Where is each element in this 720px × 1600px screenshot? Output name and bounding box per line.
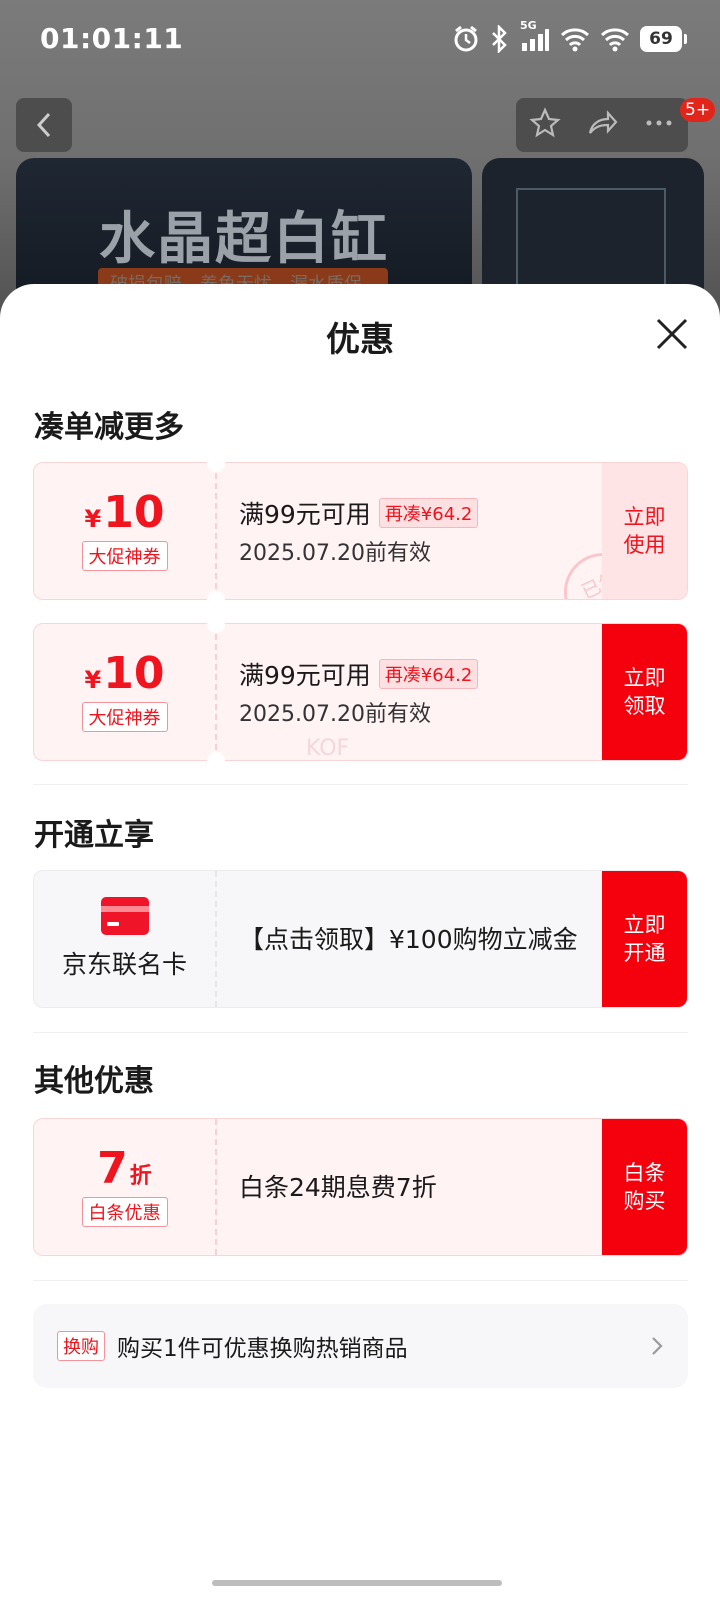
coupon-tag: 大促神券 xyxy=(81,541,168,571)
share-icon[interactable] xyxy=(586,107,618,143)
status-icons: 5G 69 xyxy=(452,19,687,56)
close-icon xyxy=(656,318,688,350)
baitiao-buy-button[interactable]: 白条购买 xyxy=(602,1119,687,1255)
divider xyxy=(33,1032,688,1033)
coupon-condition: 满99元可用 xyxy=(239,500,371,529)
use-coupon-button[interactable]: 立即使用 xyxy=(602,463,687,599)
network-type: 5G xyxy=(520,19,537,32)
wifi-icon xyxy=(560,26,590,52)
coupon-details: 满99元可用 再凑¥64.2 2025.07.20前有效 xyxy=(239,624,597,760)
promotion-sheet: 优惠 凑单减更多 ¥ 10 大促神券 满99元可用 再凑¥64.2 2025.0… xyxy=(0,284,720,1600)
trade-in-text: 购买1件可优惠换购热销商品 xyxy=(117,1336,408,1362)
baitiao-desc: 白条24期息费7折 xyxy=(239,1172,437,1202)
favorite-star-icon[interactable] xyxy=(529,107,561,143)
chevron-right-icon xyxy=(652,1337,663,1355)
section-title-more: 凑单减更多 xyxy=(34,410,184,445)
ticket-notch xyxy=(207,591,225,609)
watermark: KOF xyxy=(306,736,350,761)
coupon-card: ¥ 10 大促神券 满99元可用 再凑¥64.2 2025.07.20前有效 已… xyxy=(33,462,688,600)
coupon-card: ¥ 10 大促神券 满99元可用 再凑¥64.2 2025.07.20前有效 立… xyxy=(33,623,688,761)
open-card-button[interactable]: 立即开通 xyxy=(602,871,687,1007)
sheet-title: 优惠 xyxy=(326,320,394,360)
coupon-tag: 大促神券 xyxy=(81,702,168,732)
message-badge: 5+ xyxy=(680,98,716,122)
back-button[interactable] xyxy=(16,98,72,152)
cellular-signal-icon: 5G xyxy=(520,19,550,53)
baitiao-offer-card: 7 折 白条优惠 白条24期息费7折 白条购买 xyxy=(33,1118,688,1256)
alarm-icon xyxy=(452,25,480,53)
trade-in-row[interactable]: 换购 购买1件可优惠换购热销商品 xyxy=(33,1304,688,1388)
home-indicator[interactable] xyxy=(212,1580,502,1586)
credit-card-icon xyxy=(100,897,149,935)
coupon-amount: 10 xyxy=(103,648,165,699)
coupon-value: ¥ 10 大促神券 xyxy=(34,463,217,599)
wifi-icon-secondary xyxy=(600,26,630,52)
cobrand-card-offer: 京东联名卡 【点击领取】¥100购物立减金 立即开通 xyxy=(33,870,688,1008)
coupon-currency: ¥ xyxy=(84,666,102,694)
coupon-details: 满99元可用 再凑¥64.2 2025.07.20前有效 xyxy=(239,463,597,599)
cobrand-card-desc: 【点击领取】¥100购物立减金 xyxy=(239,924,578,954)
coupon-expiry: 2025.07.20前有效 xyxy=(239,702,431,727)
close-button[interactable] xyxy=(652,314,692,354)
divider xyxy=(33,1280,688,1281)
cobrand-card-left: 京东联名卡 xyxy=(34,871,217,1007)
divider xyxy=(33,784,688,785)
ticket-notch xyxy=(207,454,225,472)
coupon-amount: 10 xyxy=(103,487,165,538)
coupon-extra-tag: 再凑¥64.2 xyxy=(378,659,479,689)
discount-amount: 7 xyxy=(97,1143,128,1194)
coupon-currency: ¥ xyxy=(84,505,102,533)
cobrand-card-details: 【点击领取】¥100购物立减金 xyxy=(239,871,597,1007)
baitiao-value: 7 折 白条优惠 xyxy=(34,1119,217,1255)
baitiao-tag: 白条优惠 xyxy=(81,1197,168,1227)
status-bar: 01:01:11 5G 69 xyxy=(0,0,720,80)
battery-indicator: 69 xyxy=(640,26,687,52)
ticket-notch xyxy=(207,615,225,633)
banner-title: 水晶超白缸 xyxy=(99,207,389,272)
cobrand-card-label: 京东联名卡 xyxy=(61,950,187,979)
trade-in-tag: 换购 xyxy=(57,1331,105,1361)
nav-actions xyxy=(516,98,688,152)
coupon-value: ¥ 10 大促神券 xyxy=(34,624,217,760)
status-time: 01:01:11 xyxy=(40,22,184,55)
chevron-left-icon xyxy=(36,112,51,138)
section-title-open: 开通立享 xyxy=(34,818,154,853)
coupon-extra-tag: 再凑¥64.2 xyxy=(378,498,479,528)
baitiao-details: 白条24期息费7折 xyxy=(239,1119,597,1255)
bluetooth-icon xyxy=(490,25,510,53)
coupon-condition: 满99元可用 xyxy=(239,661,371,690)
more-icon[interactable] xyxy=(643,107,675,143)
section-title-other: 其他优惠 xyxy=(34,1064,154,1099)
ticket-notch xyxy=(207,752,225,770)
claim-coupon-button[interactable]: 立即领取 xyxy=(602,624,687,760)
coupon-expiry: 2025.07.20前有效 xyxy=(239,541,431,566)
discount-unit: 折 xyxy=(129,1164,152,1189)
